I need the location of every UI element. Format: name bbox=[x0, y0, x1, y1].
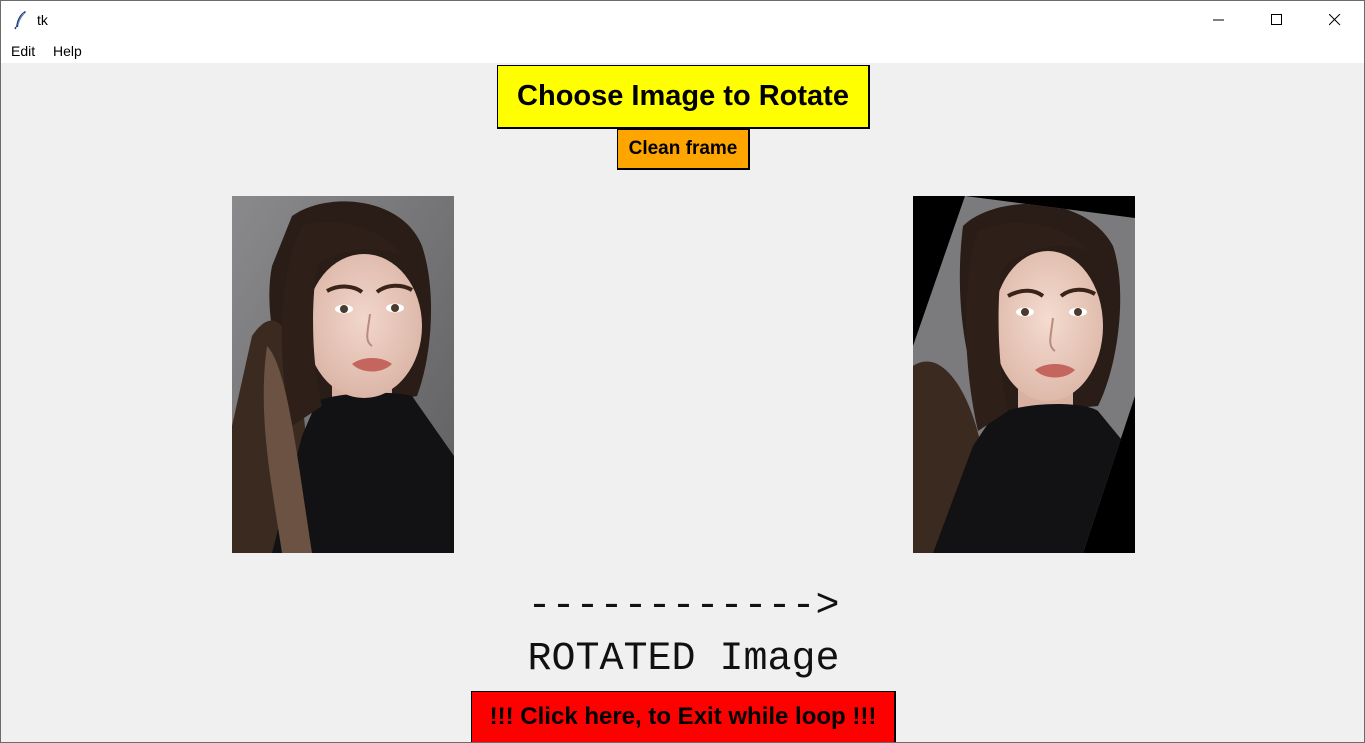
app-window: tk Edit Help Choose Image to Rotate Clea… bbox=[0, 0, 1365, 743]
window-title: tk bbox=[37, 12, 48, 28]
clean-frame-button[interactable]: Clean frame bbox=[617, 129, 750, 170]
original-image bbox=[232, 196, 454, 553]
rotated-image bbox=[913, 196, 1135, 553]
close-icon bbox=[1329, 14, 1341, 26]
minimize-button[interactable] bbox=[1190, 1, 1248, 39]
menu-edit[interactable]: Edit bbox=[11, 43, 35, 59]
choose-image-button[interactable]: Choose Image to Rotate bbox=[497, 65, 870, 129]
maximize-icon bbox=[1271, 14, 1282, 25]
feather-icon bbox=[13, 10, 29, 30]
minimize-icon bbox=[1213, 19, 1224, 21]
close-button[interactable] bbox=[1306, 1, 1364, 39]
menu-help[interactable]: Help bbox=[53, 43, 82, 59]
exit-loop-button[interactable]: !!! Click here, to Exit while loop !!! bbox=[471, 691, 896, 742]
menu-bar: Edit Help bbox=[1, 39, 1364, 63]
arrow-label: ------------> bbox=[527, 584, 840, 629]
maximize-button[interactable] bbox=[1248, 1, 1306, 39]
rotated-image-label: ROTATED Image bbox=[527, 637, 840, 682]
title-bar[interactable]: tk bbox=[1, 1, 1364, 39]
